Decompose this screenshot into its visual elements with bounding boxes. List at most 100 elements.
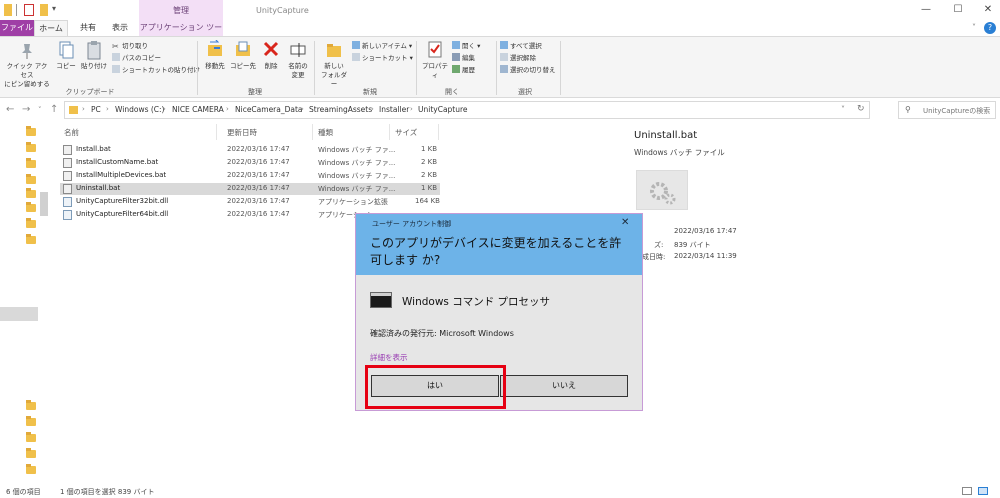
file-size: 1 KB	[421, 145, 438, 153]
recent-chevron-icon[interactable]: ˅	[38, 106, 42, 114]
column-header-size[interactable]: サイズ	[395, 127, 417, 138]
select-all-button[interactable]: すべて選択	[500, 41, 542, 52]
nav-folder-icon[interactable]	[26, 416, 36, 426]
table-row[interactable]: Install.bat 2022/03/16 17:47 Windows バッチ…	[60, 144, 440, 156]
copy-button[interactable]: コピー	[52, 40, 80, 71]
copy-path-button[interactable]: パスのコピー	[112, 53, 161, 64]
open-button[interactable]: 開く ▾	[452, 41, 480, 52]
command-prompt-icon	[370, 292, 392, 308]
new-folder-icon[interactable]	[40, 4, 48, 16]
shortcut-button[interactable]: ショートカット ▾	[352, 53, 413, 64]
preview-thumbnail	[636, 170, 688, 210]
details-view-icon[interactable]	[962, 487, 972, 495]
address-bar[interactable]: › PC › Windows (C:) › NICE CAMERA › Nice…	[64, 101, 870, 119]
address-dropdown-icon[interactable]: ˅	[841, 105, 845, 114]
nav-folder-icon[interactable]	[26, 464, 36, 474]
cut-button[interactable]: ✂ 切り取り	[112, 41, 148, 52]
batch-file-icon	[63, 145, 72, 155]
collapse-ribbon-icon[interactable]: ˅	[968, 20, 980, 36]
new-item-button[interactable]: 新しいアイテム ▾	[352, 41, 412, 52]
tab-file[interactable]: ファイル	[0, 20, 34, 36]
history-button[interactable]: 履歴	[452, 65, 475, 76]
tab-view[interactable]: 表示	[104, 20, 136, 36]
nav-folder-icon[interactable]	[26, 188, 36, 198]
navigation-pane	[0, 122, 48, 484]
batch-file-icon	[63, 184, 72, 194]
breadcrumb-nicecamera-data[interactable]: NiceCamera_Data	[235, 105, 303, 114]
close-icon[interactable]: ✕	[621, 217, 629, 228]
nav-folder-icon[interactable]	[26, 432, 36, 442]
select-all-label: すべて選択	[510, 42, 542, 50]
invert-selection-icon	[500, 65, 508, 73]
properties-icon[interactable]	[24, 4, 34, 16]
maximize-button[interactable]: ☐	[950, 3, 966, 17]
tab-home[interactable]: ホーム	[34, 20, 68, 36]
nav-folder-icon[interactable]	[26, 400, 36, 410]
nav-selected-item[interactable]	[0, 307, 38, 321]
search-input[interactable]: ⚲ UnityCaptureの検索	[898, 101, 996, 119]
divider	[314, 41, 315, 95]
table-row[interactable]: InstallMultipleDevices.bat 2022/03/16 17…	[60, 170, 440, 182]
breadcrumb-pc[interactable]: PC	[91, 105, 101, 114]
delete-button[interactable]: 削除	[256, 40, 286, 71]
nav-folder-icon[interactable]	[26, 218, 36, 228]
paste-button[interactable]: 貼り付け	[80, 40, 108, 71]
nav-folder-icon[interactable]	[26, 174, 36, 184]
select-none-button[interactable]: 選択解除	[500, 53, 536, 64]
refresh-icon[interactable]: ↻	[857, 104, 865, 114]
breadcrumb-nice-camera[interactable]: NICE CAMERA	[172, 105, 224, 114]
table-row[interactable]: UnityCaptureFilter32bit.dll 2022/03/16 1…	[60, 196, 440, 208]
table-row-selected[interactable]: Uninstall.bat 2022/03/16 17:47 Windows バ…	[60, 183, 440, 195]
move-to-button[interactable]: 移動先	[200, 38, 230, 71]
pin-quick-access-button[interactable]: クイック アクセス にピン留めする	[4, 40, 50, 89]
tab-share[interactable]: 共有	[72, 20, 104, 36]
column-header-name[interactable]: 名前	[64, 127, 79, 138]
edit-icon	[452, 53, 460, 61]
breadcrumb-drive[interactable]: Windows (C:)	[115, 105, 164, 114]
breadcrumb-streamingassets[interactable]: StreamingAssets	[309, 105, 372, 114]
nav-folder-icon[interactable]	[26, 448, 36, 458]
properties-button[interactable]: プロパティ	[420, 40, 450, 80]
nav-folder-icon[interactable]	[26, 202, 36, 212]
breadcrumb-installer[interactable]: Installer	[379, 105, 409, 114]
paste-shortcut-button[interactable]: ショートカットの貼り付け	[112, 65, 200, 76]
properties-label: プロパティ	[422, 62, 448, 79]
nav-scrollbar-thumb[interactable]	[40, 192, 48, 216]
nav-folder-icon[interactable]	[26, 142, 36, 152]
rename-button[interactable]: 名前の 変更	[283, 40, 313, 80]
batch-file-icon	[63, 158, 72, 168]
ribbon-tabs: ファイル ホーム 共有 表示 アプリケーション ツール ˅ ?	[0, 20, 1000, 48]
invert-selection-button[interactable]: 選択の切り替え	[500, 65, 556, 76]
divider	[416, 41, 417, 95]
close-button[interactable]: ✕	[980, 3, 996, 17]
copy-to-button[interactable]: コピー先	[228, 40, 258, 71]
nav-folder-icon[interactable]	[26, 234, 36, 244]
new-folder-button[interactable]: 新しい フォルダー	[318, 40, 350, 89]
tab-app-tools[interactable]: アプリケーション ツール	[139, 20, 223, 48]
pin-quick-access-label: クイック アクセス にピン留めする	[4, 62, 50, 88]
nav-folder-icon[interactable]	[26, 126, 36, 136]
column-header-date[interactable]: 更新日時	[227, 127, 257, 138]
file-type: アプリケーション拡張	[318, 198, 388, 206]
uac-publisher: 確認済みの発行元: Microsoft Windows	[370, 329, 514, 338]
paste-shortcut-icon	[112, 65, 120, 73]
edit-button[interactable]: 編集	[452, 53, 475, 64]
new-folder-icon	[325, 40, 343, 60]
breadcrumb-unitycapture[interactable]: UnityCapture	[418, 105, 468, 114]
no-button[interactable]: いいえ	[500, 375, 628, 397]
show-details-link[interactable]: 詳細を表示	[370, 352, 408, 363]
minimize-button[interactable]: —	[918, 3, 934, 17]
nav-folder-icon[interactable]	[26, 158, 36, 168]
pin-icon	[18, 40, 36, 60]
ribbon: クイック アクセス にピン留めする コピー 貼り付け ✂ 切り取り パスのコピー …	[0, 36, 1000, 98]
large-icons-view-icon[interactable]	[978, 487, 988, 495]
forward-arrow-icon[interactable]: →	[22, 104, 30, 115]
back-arrow-icon[interactable]: ←	[6, 104, 14, 115]
breadcrumb-separator: ›	[371, 105, 374, 113]
divider	[560, 41, 561, 95]
table-row[interactable]: InstallCustomName.bat 2022/03/16 17:47 W…	[60, 157, 440, 169]
column-header-type[interactable]: 種類	[318, 127, 333, 138]
help-icon[interactable]: ?	[984, 22, 996, 34]
up-arrow-icon[interactable]: ↑	[50, 104, 58, 115]
chevron-down-icon[interactable]: ▾	[52, 4, 60, 16]
